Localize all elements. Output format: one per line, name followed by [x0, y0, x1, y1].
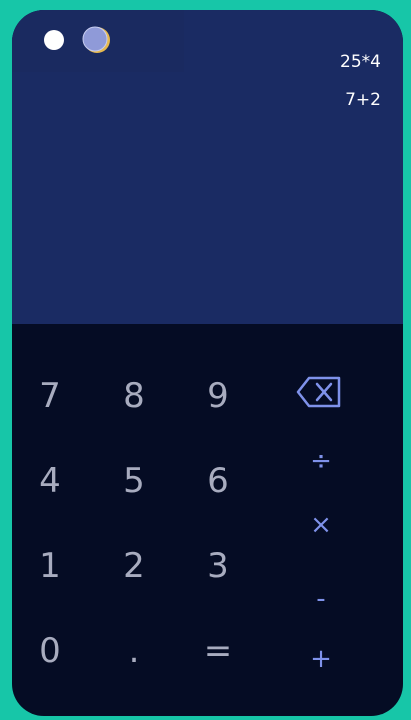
key-8[interactable]: 8: [104, 366, 164, 426]
key-5[interactable]: 5: [104, 451, 164, 511]
key-0[interactable]: 0: [20, 621, 80, 681]
decimal-key[interactable]: .: [104, 621, 164, 681]
key-7[interactable]: 7: [20, 366, 80, 426]
key-9[interactable]: 9: [188, 366, 248, 426]
key-1[interactable]: 1: [20, 536, 80, 596]
sun-circle-icon[interactable]: [44, 30, 64, 50]
add-button[interactable]: +: [296, 634, 346, 684]
history-item[interactable]: 25*4: [340, 52, 381, 90]
display-panel: 25*4 7+2: [12, 10, 403, 324]
key-4[interactable]: 4: [20, 451, 80, 511]
key-3[interactable]: 3: [188, 536, 248, 596]
backspace-icon[interactable]: [295, 374, 345, 410]
moon-icon[interactable]: [82, 25, 112, 55]
history-item[interactable]: 7+2: [340, 90, 381, 128]
multiply-button[interactable]: ×: [296, 500, 346, 550]
theme-toggle-bar: [12, 10, 184, 72]
key-2[interactable]: 2: [104, 536, 164, 596]
subtract-button[interactable]: -: [296, 574, 346, 624]
equals-key[interactable]: =: [188, 621, 248, 681]
divide-button[interactable]: ÷: [296, 436, 346, 486]
key-6[interactable]: 6: [188, 451, 248, 511]
history-list: 25*4 7+2: [340, 52, 381, 128]
calculator-frame: 25*4 7+2 7 8 9 4 5 6 1 2 3 0 . = ÷ × - +: [12, 10, 403, 716]
